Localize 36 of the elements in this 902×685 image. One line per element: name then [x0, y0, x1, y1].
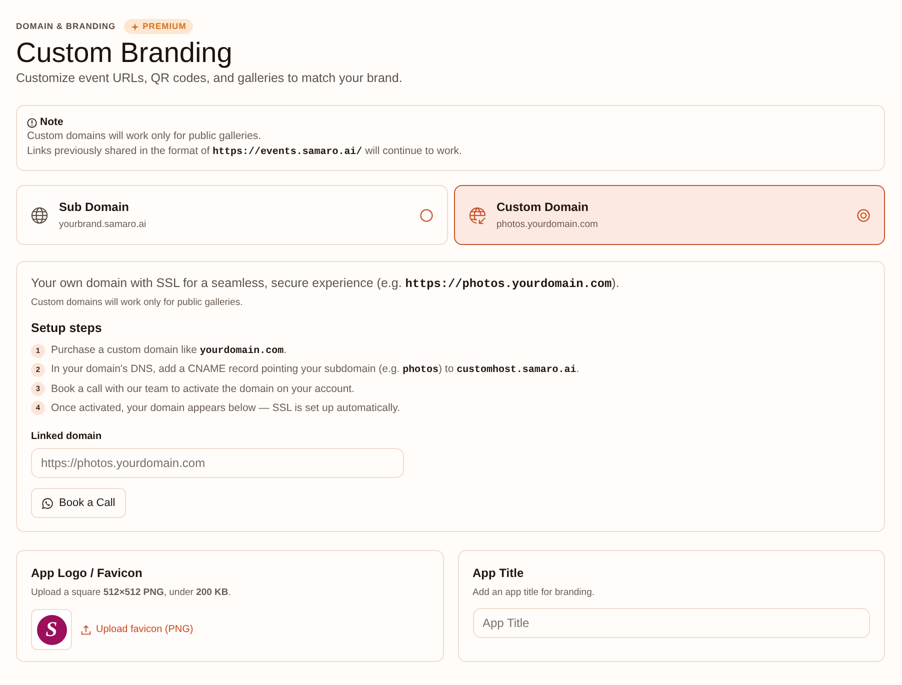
option-title: Custom Domain: [496, 200, 590, 214]
card-title: App Title: [472, 566, 525, 581]
premium-badge: PREMIUM: [124, 19, 194, 34]
app-title-input[interactable]: App Title: [472, 608, 870, 638]
card-description: Add an app title for branding.: [472, 586, 596, 599]
domain-option-card[interactable]: Sub Domain yourbrand.samaro.ai: [16, 185, 448, 245]
book-call-button[interactable]: Book a Call: [31, 488, 126, 518]
step-text: Once activated, your domain appears below — SSL is set up automatically.: [51, 400, 400, 414]
option-example: photos.yourdomain.com: [496, 218, 598, 230]
note-text: Custom domains will work only for public galleries.: [27, 129, 262, 144]
card-title: App Logo / Favicon: [31, 566, 144, 581]
step-text: Purchase a custom domain like yourdomain.com.: [51, 343, 287, 358]
logo-letter: S: [36, 614, 66, 644]
info-icon: [27, 118, 37, 128]
note-text: Links previously shared in the format of https://events.samaro.ai/ will continue to work.: [27, 144, 463, 159]
globe-arrow-icon: [468, 206, 486, 224]
globe-icon: [31, 206, 48, 224]
page-subtitle: Customize event URLs, QR codes, and galleries to match your brand.: [16, 70, 404, 86]
note-title: Note: [40, 116, 64, 129]
section-label: DOMAIN & BRANDING: [16, 20, 116, 33]
intro-text: Your own domain with SSL for a seamless, secure experience (e.g. https://photos.yourdomain.com).: [31, 275, 620, 293]
domain-option-card[interactable]: Custom Domain photos.yourdomain.com: [454, 185, 885, 245]
chat-phone-icon: [42, 498, 53, 508]
domain-input[interactable]: https://photos.yourdomain.com: [31, 448, 404, 478]
hint-text: Custom domains will work only for public galleries.: [31, 296, 244, 309]
step-text: In your domain's DNS, add a CNAME record pointing your subdomain (e.g. photos) to customhost.samaro.ai.: [51, 362, 580, 377]
field-label: Linked domain: [31, 430, 103, 443]
option-title: Sub Domain: [59, 200, 130, 214]
step-text: Book a call with our team to activate the domain on your account.: [51, 382, 355, 396]
upload-icon: [81, 624, 91, 634]
sparkle-icon: [130, 22, 139, 30]
steps-heading: Setup steps: [31, 320, 103, 336]
page-title: Custom Branding: [16, 36, 234, 69]
option-example: yourbrand.samaro.ai: [59, 218, 146, 230]
upload-link[interactable]: Upload favicon (PNG): [81, 622, 194, 637]
card-description: Upload a square 512×512 PNG, under 200 KB.: [31, 586, 232, 599]
